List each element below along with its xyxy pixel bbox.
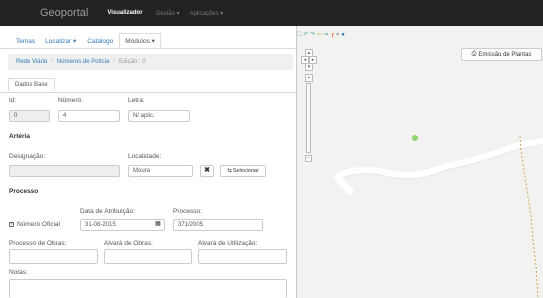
menu-divider bbox=[0, 48, 296, 49]
nav-aplicacoes[interactable]: Aplicações ▾ bbox=[190, 10, 224, 17]
breadcrumb-current: Edição : 0 bbox=[118, 59, 146, 65]
select-button-label: Selecionar bbox=[232, 168, 259, 174]
numero-oficial-checkbox[interactable]: ✓ bbox=[9, 222, 14, 227]
processo-field[interactable]: 371/2005 bbox=[173, 219, 263, 231]
map-marker[interactable] bbox=[412, 135, 418, 141]
arteria-title: Artéria bbox=[9, 133, 30, 140]
numero-label: Número: bbox=[58, 97, 83, 104]
breadcrumb-separator: / bbox=[113, 59, 115, 65]
nav-gestao[interactable]: Gestão ▾ bbox=[156, 10, 180, 17]
processo-title: Processo bbox=[9, 188, 39, 195]
numero-field[interactable]: 4 bbox=[58, 110, 120, 122]
data-atribuicao-label: Data de Atribuição: bbox=[80, 208, 135, 215]
left-panel: Temas Localizar ▾ Catálogo Módulos ▾ Red… bbox=[0, 26, 297, 298]
tab-divider bbox=[0, 92, 296, 93]
localidade-field[interactable]: Moura bbox=[128, 165, 193, 177]
breadcrumb: Rede Viária / Números de Polícia / Ediçã… bbox=[8, 54, 293, 70]
top-navbar: Geoportal Visualizador Gestão ▾ Aplicaçõ… bbox=[0, 0, 543, 26]
alvara-util-label: Alvará de Utilização: bbox=[198, 240, 258, 247]
alvara-obras-field[interactable] bbox=[104, 249, 192, 264]
id-field[interactable]: 0 bbox=[9, 110, 50, 122]
map-canvas bbox=[334, 135, 543, 298]
alvara-util-field[interactable] bbox=[198, 249, 287, 264]
letra-label: Letra: bbox=[128, 97, 145, 104]
alvara-obras-label: Alvará de Obras: bbox=[104, 240, 153, 247]
arrows-icon: ⇆ bbox=[227, 168, 232, 174]
boundary-line bbox=[519, 135, 539, 298]
map-panel[interactable]: ⛶ ↶ ↷ ═ ⇒ ┏ ▾ ● ▴ ◂ ▸ ▾ + − ⎙ Emissão de… bbox=[297, 26, 543, 298]
proc-obras-label: Processo de Obras: bbox=[9, 240, 67, 247]
panel-menu: Temas Localizar ▾ Catálogo Módulos ▾ bbox=[0, 33, 161, 49]
processo-label: Processo: bbox=[173, 208, 202, 215]
breadcrumb-rede-viaria[interactable]: Rede Viária bbox=[16, 59, 47, 65]
calendar-icon[interactable]: ▦ bbox=[152, 219, 164, 230]
notas-label: Notas: bbox=[9, 269, 28, 276]
menu-modulos[interactable]: Módulos ▾ bbox=[119, 33, 161, 49]
letra-field[interactable]: N/ aplic. bbox=[128, 110, 190, 122]
id-label: Id: bbox=[9, 97, 17, 104]
designacao-label: Designação: bbox=[9, 153, 46, 160]
breadcrumb-separator: / bbox=[51, 59, 53, 65]
menu-catalogo[interactable]: Catálogo bbox=[87, 38, 113, 45]
road-main bbox=[334, 137, 543, 181]
notas-field[interactable] bbox=[9, 279, 287, 298]
menu-localizar[interactable]: Localizar ▾ bbox=[45, 37, 76, 45]
nav-visualizador[interactable]: Visualizador bbox=[107, 10, 142, 16]
menu-temas[interactable]: Temas bbox=[16, 38, 35, 45]
proc-obras-field[interactable] bbox=[9, 249, 98, 264]
breadcrumb-numeros-policia[interactable]: Números de Polícia bbox=[57, 59, 109, 65]
tab-dados-base[interactable]: Dados Base bbox=[8, 78, 55, 91]
numero-oficial-label: Número Oficial bbox=[17, 221, 60, 228]
road-branch bbox=[334, 173, 354, 195]
localidade-label: Localidade: bbox=[128, 153, 162, 160]
clear-button[interactable]: ✖ bbox=[200, 165, 214, 177]
brand-logo[interactable]: Geoportal bbox=[40, 7, 88, 19]
select-button[interactable]: ⇆ Selecionar bbox=[220, 165, 266, 177]
designacao-field[interactable] bbox=[9, 165, 120, 177]
